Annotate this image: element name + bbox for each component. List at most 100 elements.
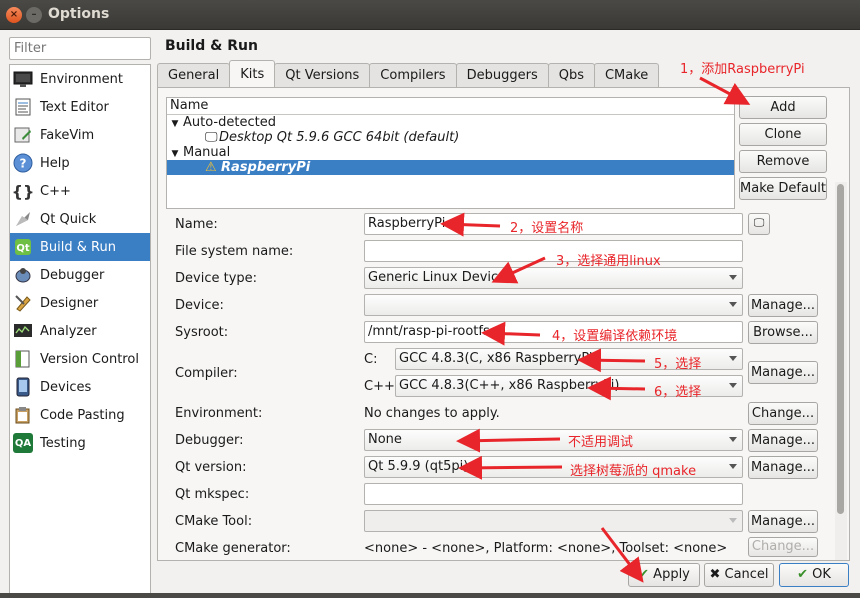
- nav-item-label: FakeVim: [40, 127, 95, 143]
- annotation-device-type: 3，选择通用linux: [556, 254, 661, 269]
- apply-button[interactable]: ✔ Apply: [628, 563, 700, 587]
- minimize-window-icon[interactable]: –: [26, 7, 42, 23]
- device-label: Device:: [175, 298, 224, 313]
- debugger-manage-button[interactable]: Manage...: [748, 429, 818, 452]
- nav-item-version-control[interactable]: Version Control: [10, 345, 150, 373]
- nav-item-label: Help: [40, 155, 70, 171]
- tab-kits[interactable]: Kits: [229, 60, 276, 87]
- clone-kit-button[interactable]: Clone: [739, 123, 827, 146]
- nav-item-build-run[interactable]: Qt Build & Run: [10, 233, 150, 261]
- cancel-button[interactable]: ✖ Cancel: [704, 563, 774, 587]
- tree-group-auto-detected[interactable]: ▼ Auto-detected: [167, 115, 734, 130]
- chevron-down-icon: [729, 437, 737, 442]
- nav-item-cpp[interactable]: {} C++: [10, 177, 150, 205]
- name-label: Name:: [175, 217, 218, 232]
- nav-item-fakevim[interactable]: FakeVim: [10, 121, 150, 149]
- nav-item-label: Text Editor: [40, 99, 109, 115]
- svg-text:Qt: Qt: [16, 243, 30, 254]
- compiler-label: Compiler:: [175, 366, 238, 381]
- fs-name-field[interactable]: [364, 240, 743, 262]
- sysroot-label: Sysroot:: [175, 325, 229, 340]
- nav-item-code-pasting[interactable]: Code Pasting: [10, 401, 150, 429]
- cmake-tool-manage-button[interactable]: Manage...: [748, 510, 818, 533]
- nav-item-label: Version Control: [40, 351, 139, 367]
- devices-icon: [13, 377, 33, 397]
- filter-input[interactable]: [9, 37, 151, 60]
- cmake-generator-label: CMake generator:: [175, 541, 291, 556]
- nav-item-debugger[interactable]: Debugger: [10, 261, 150, 289]
- chevron-down-icon: [729, 275, 737, 280]
- tree-group-manual[interactable]: ▼ Manual: [167, 145, 734, 160]
- remove-kit-button[interactable]: Remove: [739, 150, 827, 173]
- testing-qa-icon: QA: [13, 433, 33, 453]
- window-title: Options: [48, 6, 110, 22]
- nav-item-label: Qt Quick: [40, 211, 97, 227]
- qt-version-manage-button[interactable]: Manage...: [748, 456, 818, 479]
- form-scrollbar[interactable]: [835, 182, 847, 560]
- environment-change-button[interactable]: Change...: [748, 402, 818, 425]
- tab-debuggers[interactable]: Debuggers: [455, 63, 549, 87]
- cmake-tool-select[interactable]: [364, 510, 743, 532]
- tab-qt-versions[interactable]: Qt Versions: [274, 63, 371, 87]
- cmake-generator-change-button[interactable]: Change...: [748, 537, 818, 557]
- nav-item-label: Analyzer: [40, 323, 97, 339]
- nav-item-help[interactable]: ? Help: [10, 149, 150, 177]
- fakevim-icon: [13, 125, 33, 145]
- nav-item-devices[interactable]: Devices: [10, 373, 150, 401]
- desktop-monitor-icon: 🖵: [753, 216, 765, 229]
- warning-icon: ⚠: [205, 160, 217, 175]
- fs-name-label: File system name:: [175, 244, 294, 259]
- nav-item-label: Environment: [40, 71, 124, 87]
- analyzer-icon: [13, 321, 33, 341]
- tree-item-raspberrypi-kit[interactable]: ⚠ RaspberryPi: [167, 160, 734, 175]
- svg-text:?: ?: [20, 157, 27, 171]
- sysroot-browse-button[interactable]: Browse...: [748, 321, 818, 344]
- make-default-button[interactable]: Make Default: [739, 177, 827, 200]
- debugger-select[interactable]: None: [364, 429, 743, 451]
- cmake-generator-value: <none> - <none>, Platform: <none>, Tools…: [364, 541, 728, 556]
- nav-item-designer[interactable]: Designer: [10, 289, 150, 317]
- annotation-c-compiler: 5，选择: [654, 357, 702, 372]
- tab-bar: General Kits Qt Versions Compilers Debug…: [157, 60, 660, 87]
- kit-icon-button[interactable]: 🖵: [748, 213, 770, 235]
- tab-compilers[interactable]: Compilers: [369, 63, 457, 87]
- code-pasting-icon: [13, 405, 33, 425]
- qt-mkspec-field[interactable]: [364, 483, 743, 505]
- monitor-icon: [13, 69, 33, 89]
- cpp-braces-icon: {}: [11, 181, 35, 201]
- nav-item-label: Testing: [40, 435, 86, 451]
- designer-icon: [13, 293, 33, 313]
- nav-item-testing[interactable]: QA Testing: [10, 429, 150, 457]
- device-manage-button[interactable]: Manage...: [748, 294, 818, 317]
- scrollbar-thumb[interactable]: [837, 184, 844, 514]
- add-kit-button[interactable]: Add: [739, 96, 827, 119]
- nav-item-analyzer[interactable]: Analyzer: [10, 317, 150, 345]
- help-icon: ?: [13, 153, 33, 173]
- device-select[interactable]: [364, 294, 743, 316]
- close-window-icon[interactable]: ×: [6, 7, 22, 23]
- nav-item-environment[interactable]: Environment: [10, 65, 150, 93]
- compiler-manage-button[interactable]: Manage...: [748, 361, 818, 384]
- qt-quick-icon: [13, 209, 33, 229]
- chevron-down-icon: [729, 356, 737, 361]
- nav-item-qt-quick[interactable]: Qt Quick: [10, 205, 150, 233]
- checkmark-icon: ✔: [638, 567, 650, 582]
- tab-cmake[interactable]: CMake: [593, 63, 660, 87]
- debugger-label: Debugger:: [175, 433, 244, 448]
- annotation-cpp-compiler: 6，选择: [654, 385, 702, 400]
- tree-item-desktop-kit[interactable]: 🖵Desktop Qt 5.9.6 GCC 64bit (default): [167, 130, 734, 145]
- cmake-tool-label: CMake Tool:: [175, 514, 253, 529]
- nav-item-label: Build & Run: [40, 239, 116, 255]
- tab-general[interactable]: General: [157, 63, 231, 87]
- kit-tree: Name ▼ Auto-detected 🖵Desktop Qt 5.9.6 GC…: [166, 97, 735, 209]
- device-type-select[interactable]: Generic Linux Device: [364, 267, 743, 289]
- device-type-label: Device type:: [175, 271, 258, 286]
- desktop-background-strip: [0, 593, 860, 598]
- environment-label: Environment:: [175, 406, 263, 421]
- ok-button[interactable]: ✔ OK: [779, 563, 849, 587]
- nav-item-label: Code Pasting: [40, 407, 125, 423]
- nav-item-text-editor[interactable]: Text Editor: [10, 93, 150, 121]
- tab-qbs[interactable]: Qbs: [547, 63, 595, 87]
- title-bar: × – Options: [0, 0, 860, 30]
- annotation-qt-version: 选择树莓派的 qmake: [570, 464, 697, 479]
